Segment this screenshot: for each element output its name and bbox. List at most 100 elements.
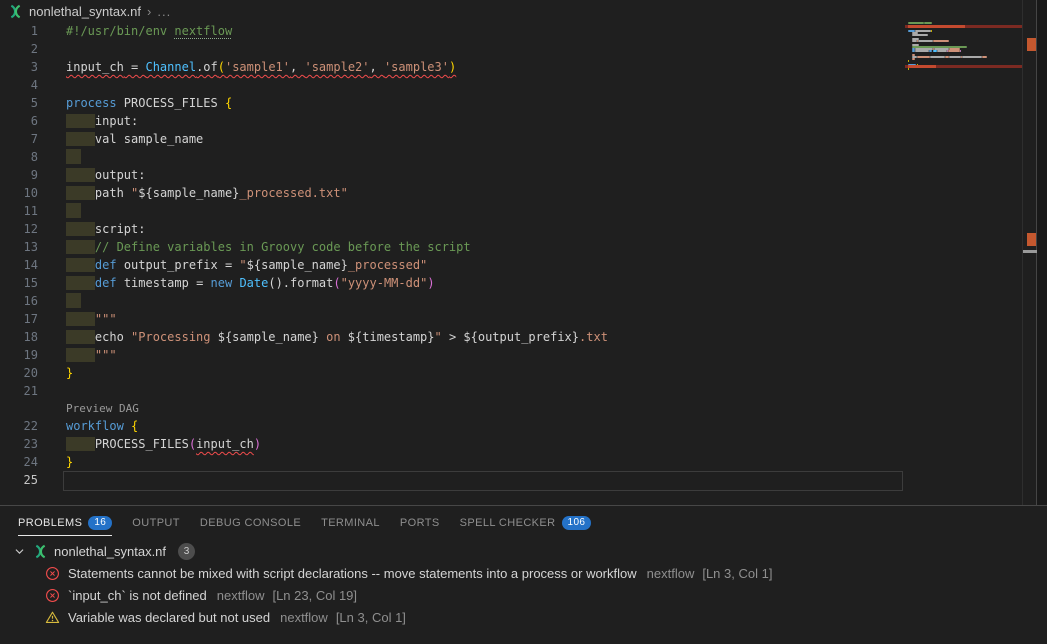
minimap-line xyxy=(933,40,949,42)
chevron-down-icon[interactable] xyxy=(12,544,27,559)
code-line[interactable]: 24} xyxy=(0,453,1047,471)
tab-problems[interactable]: PROBLEMS16 xyxy=(8,506,122,540)
minimap-line xyxy=(912,58,915,60)
problems-file-group[interactable]: nonlethal_syntax.nf 3 xyxy=(0,540,1047,562)
line-number: 15 xyxy=(0,276,38,290)
line-number: 1 xyxy=(0,24,38,38)
code-line[interactable]: 22 workflow { xyxy=(0,417,1047,435)
tab-label: OUTPUT xyxy=(132,517,180,529)
code-line[interactable]: 16 xyxy=(0,292,1047,310)
minimap-line xyxy=(924,22,932,24)
minimap[interactable] xyxy=(905,0,1022,505)
line-number: 13 xyxy=(0,240,38,254)
code-line[interactable]: 5process PROCESS_FILES { xyxy=(0,94,1047,112)
line-content: """ xyxy=(66,346,117,364)
minimap-error-line xyxy=(908,65,936,68)
line-content: val sample_name xyxy=(66,130,203,148)
vscode-window: nonlethal_syntax.nf › ... 1 #!/usr/bin/en… xyxy=(0,0,1047,644)
tab-label: TERMINAL xyxy=(321,517,380,529)
line-number: 22 xyxy=(0,419,38,433)
code-line[interactable]: 13 // Define variables in Groovy code be… xyxy=(0,238,1047,256)
tab-output[interactable]: OUTPUT xyxy=(122,506,190,540)
tab-debug-console[interactable]: DEBUG CONSOLE xyxy=(190,506,311,540)
code-line[interactable]: 12 script: xyxy=(0,220,1047,238)
line-content: path "${sample_name}_processed.txt" xyxy=(66,184,348,202)
code-line[interactable]: 9 output: xyxy=(0,166,1047,184)
tab-ports[interactable]: PORTS xyxy=(390,506,450,540)
code-editor[interactable]: 1 #!/usr/bin/env nextflow23input_ch = Cha… xyxy=(0,22,1047,489)
problem-message: Variable was declared but not used xyxy=(68,610,270,625)
overview-cursor-marker xyxy=(1023,250,1038,253)
codelens-row: Preview DAG xyxy=(0,400,1047,417)
minimap-line xyxy=(929,50,932,52)
line-content: workflow { xyxy=(66,417,138,435)
code-line[interactable]: 1 #!/usr/bin/env nextflow xyxy=(0,22,1047,40)
line-number: 24 xyxy=(0,455,38,469)
line-content xyxy=(66,148,81,166)
editor-right-edge xyxy=(1037,0,1047,505)
line-content: """ xyxy=(66,310,117,328)
line-number: 8 xyxy=(0,150,38,164)
code-line[interactable]: 2 xyxy=(0,40,1047,58)
code-line[interactable]: 10 path "${sample_name}_processed.txt" xyxy=(0,184,1047,202)
line-content: #!/usr/bin/env nextflow xyxy=(66,22,232,40)
code-line[interactable]: 11 xyxy=(0,202,1047,220)
problem-item[interactable]: Statements cannot be mixed with script d… xyxy=(0,562,1047,584)
breadcrumb: nonlethal_syntax.nf › ... xyxy=(0,0,1047,22)
tab-label: PORTS xyxy=(400,517,440,529)
line-number: 6 xyxy=(0,114,38,128)
tab-terminal[interactable]: TERMINAL xyxy=(311,506,390,540)
minimap-line xyxy=(930,56,945,58)
minimap-line xyxy=(908,22,924,24)
error-icon xyxy=(45,588,60,603)
minimap-line xyxy=(912,34,928,36)
line-number: 20 xyxy=(0,366,38,380)
nextflow-icon xyxy=(8,4,23,19)
minimap-line xyxy=(982,56,986,58)
bottom-panel: PROBLEMS16 OUTPUT DEBUG CONSOLE TERMINAL POR… xyxy=(0,505,1047,644)
line-content: process PROCESS_FILES { xyxy=(66,94,232,112)
minimap-line xyxy=(948,50,961,52)
breadcrumb-file[interactable]: nonlethal_syntax.nf xyxy=(29,4,141,19)
line-number: 17 xyxy=(0,312,38,326)
breadcrumb-ellipsis[interactable]: ... xyxy=(157,4,171,19)
overview-ruler[interactable] xyxy=(1022,0,1037,505)
code-line[interactable]: 18 echo "Processing ${sample_name} on ${… xyxy=(0,328,1047,346)
line-number: 10 xyxy=(0,186,38,200)
warning-icon xyxy=(45,610,60,625)
code-line[interactable]: 23 PROCESS_FILES(input_ch) xyxy=(0,435,1047,453)
problem-item[interactable]: `input_ch` is not definednextflow[Ln 23,… xyxy=(0,584,1047,606)
problems-list: Statements cannot be mixed with script d… xyxy=(0,562,1047,628)
line-number: 19 xyxy=(0,348,38,362)
line-number: 21 xyxy=(0,384,38,398)
problem-message: `input_ch` is not defined xyxy=(68,588,207,603)
problem-source: nextflow xyxy=(280,610,328,625)
minimap-line xyxy=(908,60,909,62)
problem-position: [Ln 23, Col 19] xyxy=(272,588,357,603)
code-line[interactable]: 7 val sample_name xyxy=(0,130,1047,148)
code-line[interactable]: 8 xyxy=(0,148,1047,166)
minimap-line xyxy=(908,68,909,70)
line-number: 3 xyxy=(0,60,38,74)
tab-spell-checker[interactable]: SPELL CHECKER106 xyxy=(450,506,602,540)
line-content: // Define variables in Groovy code befor… xyxy=(66,238,471,256)
code-line[interactable]: 19 """ xyxy=(0,346,1047,364)
code-line[interactable]: 6 input: xyxy=(0,112,1047,130)
line-number: 12 xyxy=(0,222,38,236)
line-number: 25 xyxy=(0,473,38,487)
code-line[interactable]: 14 def output_prefix = "${sample_name}_p… xyxy=(0,256,1047,274)
problem-item[interactable]: Variable was declared but not used nextfl… xyxy=(0,606,1047,628)
line-number: 7 xyxy=(0,132,38,146)
code-line[interactable]: 4 xyxy=(0,76,1047,94)
code-line[interactable]: 15 def timestamp = new Date().format("yy… xyxy=(0,274,1047,292)
code-line[interactable]: 3input_ch = Channel.of('sample1', 'sampl… xyxy=(0,58,1047,76)
code-line[interactable]: 17 """ xyxy=(0,310,1047,328)
codelens-preview-dag[interactable]: Preview DAG xyxy=(66,402,139,415)
line-number: 16 xyxy=(0,294,38,308)
code-line[interactable]: 21 xyxy=(0,382,1047,400)
minimap-line xyxy=(918,40,933,42)
code-line[interactable]: 20} xyxy=(0,364,1047,382)
code-line[interactable]: 25 xyxy=(0,471,1047,489)
nextflow-icon xyxy=(33,544,48,559)
line-content: echo "Processing ${sample_name} on ${tim… xyxy=(66,328,608,346)
